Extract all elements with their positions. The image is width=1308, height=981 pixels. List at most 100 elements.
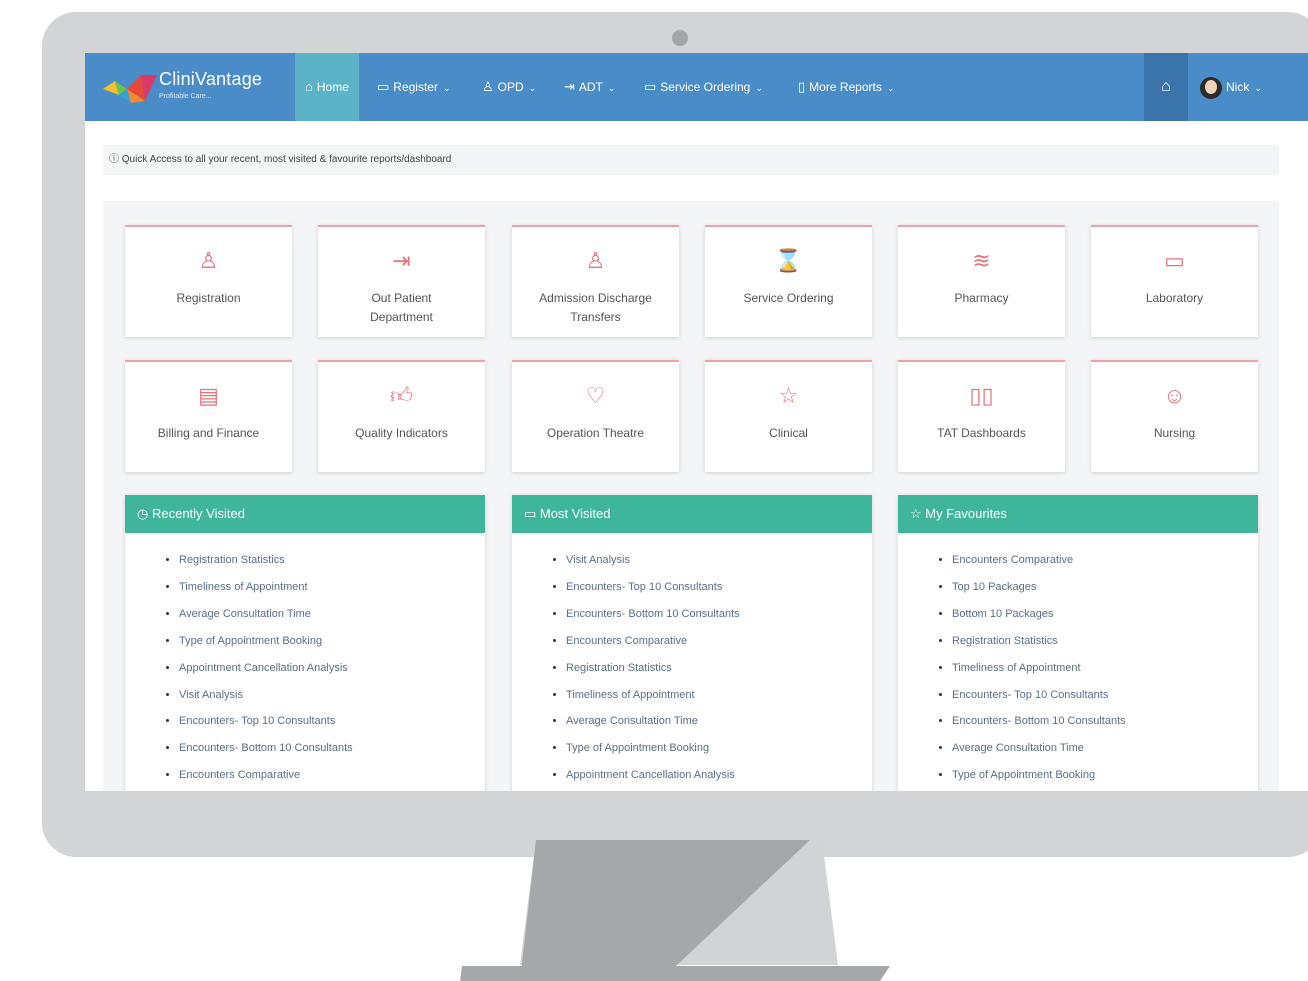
my-favourites-list: Encounters Comparative Top 10 Packages B… xyxy=(898,533,1258,789)
list-item[interactable]: Average Consultation Time xyxy=(179,601,485,628)
list-item[interactable]: Encounters- Top 10 Consultants xyxy=(952,682,1258,709)
monitor-icon: ▭ xyxy=(524,506,540,521)
logo-tagline: Profitable Care... xyxy=(159,93,212,100)
logo-text: CliniVantage xyxy=(159,69,263,89)
list-item[interactable]: Appointment Cancellation Analysis xyxy=(566,762,872,789)
list-item[interactable]: Average Consultation Time xyxy=(952,735,1258,762)
panel-title: Most Visited xyxy=(539,506,611,521)
chevron-down-icon: ⌄ xyxy=(528,83,537,93)
tile-label: Registration xyxy=(176,291,241,305)
panel-title: Recently Visited xyxy=(151,506,245,521)
monitor-icon: ▭ xyxy=(1164,248,1185,273)
wallet-icon: ▤ xyxy=(198,383,219,408)
list-item[interactable]: Timeliness of Appointment xyxy=(566,682,872,709)
panel-title: My Favourites xyxy=(925,506,1007,521)
chevron-down-icon: ⌄ xyxy=(1254,83,1262,93)
user-icon: ♙ xyxy=(585,248,606,273)
nav-home[interactable]: ⌂ Home xyxy=(295,53,359,121)
tile-label: Nursing xyxy=(1153,426,1196,440)
app-logo[interactable]: CliniVantage Profitable Care... xyxy=(101,69,271,109)
panel-header: ◷ Recently Visited xyxy=(125,495,485,533)
list-item[interactable]: Encounters Comparative xyxy=(952,547,1258,574)
my-favourites-panel: ☆ My Favourites Encounters Comparative T… xyxy=(898,495,1258,791)
tile-admission-discharge-transfers[interactable]: ♙ Admission Discharge Transfers xyxy=(512,225,679,337)
list-item[interactable]: Encounters- Bottom 10 Consultants xyxy=(566,601,872,628)
list-item[interactable]: Top 10 Packages xyxy=(952,574,1258,601)
nav-opd[interactable]: ♙ OPD ⌄ xyxy=(482,53,536,121)
list-item[interactable]: Encounters Comparative xyxy=(179,762,485,789)
tile-label: Operation Theatre xyxy=(546,426,645,440)
list-item[interactable]: Registration Statistics xyxy=(566,655,872,682)
document-icon: ▯ xyxy=(798,79,806,94)
clock-icon: ◷ xyxy=(137,506,152,521)
nav-home-label: Home xyxy=(316,80,349,94)
quick-access-info: ⓘ Quick Access to all your recent, most … xyxy=(103,145,1279,175)
list-item[interactable]: Encounters- Top 10 Consultants xyxy=(566,574,872,601)
tile-out-patient-department[interactable]: ⇥ Out Patient Department xyxy=(318,225,485,337)
list-item[interactable]: Encounters- Bottom 10 Consultants xyxy=(952,708,1258,735)
home-shortcut-button[interactable]: ⌂ xyxy=(1144,53,1188,121)
list-item[interactable]: Encounters Comparative xyxy=(566,628,872,655)
tile-tat-dashboards[interactable]: ▯▯ TAT Dashboards xyxy=(898,360,1065,472)
tile-nursing[interactable]: ☺ Nursing xyxy=(1091,360,1258,472)
tile-label: Billing and Finance xyxy=(157,426,260,440)
nav-service-ordering[interactable]: ▭ Service Ordering ⌄ xyxy=(644,53,763,121)
list-item[interactable]: Type of Appointment Booking xyxy=(566,735,872,762)
layers-icon: ≋ xyxy=(972,248,991,273)
list-item[interactable]: Appointment Cancellation Analysis xyxy=(179,655,485,682)
star-icon: ☆ xyxy=(778,383,799,408)
tile-pharmacy[interactable]: ≋ Pharmacy xyxy=(898,225,1065,337)
chevron-down-icon: ⌄ xyxy=(442,83,451,93)
nav-register[interactable]: ▭ Register ⌄ xyxy=(377,53,451,121)
list-item[interactable]: Type of Appointment Booking xyxy=(952,762,1258,789)
monitor-icon: ▭ xyxy=(377,79,390,94)
app-screen: CliniVantage Profitable Care... ⌂ Home ▭ R… xyxy=(85,53,1308,791)
list-item[interactable]: Bottom 10 Packages xyxy=(952,601,1258,628)
home-icon: ⌂ xyxy=(1161,78,1171,95)
panel-header: ☆ My Favourites xyxy=(898,495,1258,533)
panel-header: ▭ Most Visited xyxy=(512,495,872,533)
tile-laboratory[interactable]: ▭ Laboratory xyxy=(1091,225,1258,337)
chevron-down-icon: ⌄ xyxy=(755,83,763,93)
list-item[interactable]: Average Consultation Time xyxy=(566,708,872,735)
tile-service-ordering[interactable]: ⌛ Service Ordering xyxy=(705,225,872,337)
recently-visited-list: Registration Statistics Timeliness of Ap… xyxy=(125,533,485,789)
chevron-down-icon: ⌄ xyxy=(886,83,895,93)
tile-label: TAT Dashboards xyxy=(937,426,1026,440)
tile-quality-indicators[interactable]: 👍︎ Quality Indicators xyxy=(318,360,485,472)
smiley-icon: ☺ xyxy=(1163,383,1186,408)
most-visited-list: Visit Analysis Encounters- Top 10 Consul… xyxy=(512,533,872,789)
top-navbar: CliniVantage Profitable Care... ⌂ Home ▭ R… xyxy=(85,53,1308,121)
list-item[interactable]: Encounters- Top 10 Consultants xyxy=(179,708,485,735)
list-item[interactable]: Visit Analysis xyxy=(179,682,485,709)
avatar xyxy=(1200,76,1222,99)
list-item[interactable]: Registration Statistics xyxy=(952,628,1258,655)
tile-label: Admission Discharge Transfers xyxy=(539,291,652,324)
nav-opd-label: OPD xyxy=(497,80,524,94)
list-item[interactable]: Registration Statistics xyxy=(179,547,485,574)
list-item[interactable]: Visit Analysis xyxy=(566,547,872,574)
nav-more-reports[interactable]: ▯ More Reports ⌄ xyxy=(798,53,894,121)
thumbs-up-icon: 👍︎ xyxy=(390,383,413,408)
tile-label: Laboratory xyxy=(1145,291,1204,305)
tile-operation-theatre[interactable]: ♡ Operation Theatre xyxy=(512,360,679,472)
tile-label: Quality Indicators xyxy=(355,426,448,440)
heart-icon: ♡ xyxy=(585,383,606,408)
nav-adt[interactable]: ⇥ ADT ⌄ xyxy=(564,53,615,121)
nav-service-ordering-label: Service Ordering xyxy=(660,80,751,94)
user-menu[interactable]: Nick ⌄ xyxy=(1200,53,1262,121)
list-item[interactable]: Timeliness of Appointment xyxy=(952,655,1258,682)
tile-registration[interactable]: ♙ Registration xyxy=(125,225,292,337)
list-item[interactable]: Encounters- Bottom 10 Consultants xyxy=(179,735,485,762)
tile-clinical[interactable]: ☆ Clinical xyxy=(705,360,872,472)
list-item[interactable]: Timeliness of Appointment xyxy=(179,574,485,601)
tile-billing-and-finance[interactable]: ▤ Billing and Finance xyxy=(125,360,292,472)
list-item[interactable]: Type of Appointment Booking xyxy=(179,628,485,655)
user-icon: ♙ xyxy=(482,79,494,94)
star-icon: ☆ xyxy=(910,506,926,521)
nav-more-reports-label: More Reports xyxy=(809,80,882,94)
tile-label: Out Patient Department xyxy=(370,291,433,324)
tile-label: Pharmacy xyxy=(954,291,1009,305)
tile-label: Clinical xyxy=(769,426,808,440)
chevron-down-icon: ⌄ xyxy=(607,83,616,93)
